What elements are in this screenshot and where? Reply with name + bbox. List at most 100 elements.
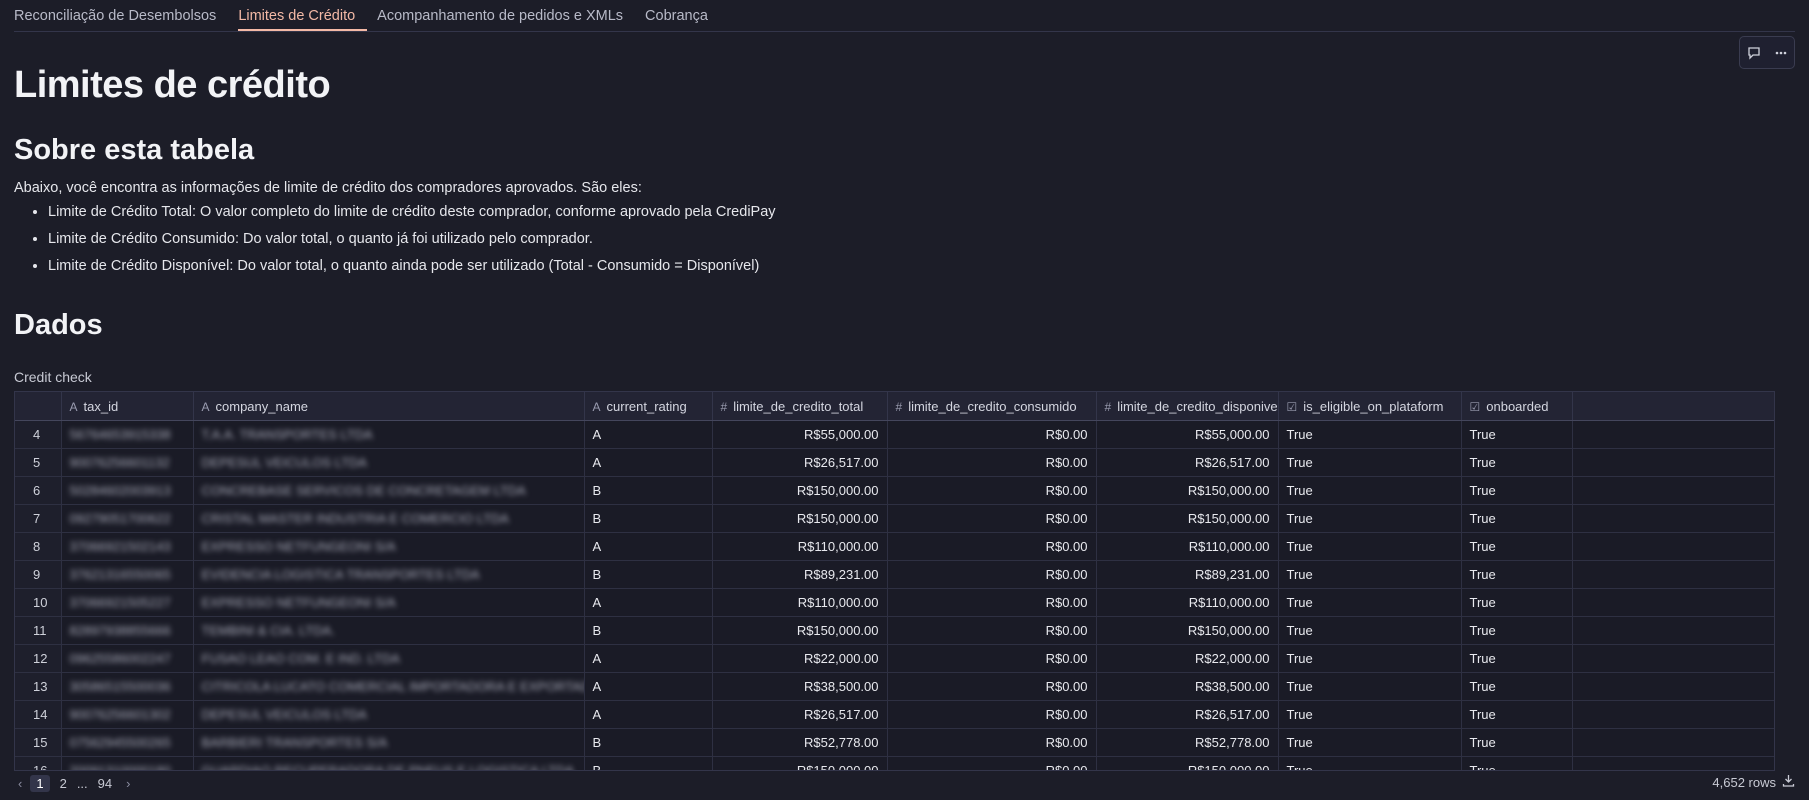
company-name-cell: TEMBINI & CIA. LTDA. [193, 616, 585, 645]
table-row[interactable]: 13 30586515500036 CITRICOLA LUCATO COMERCI… [15, 672, 1774, 701]
onboarded-cell: True [1461, 700, 1573, 729]
table-row[interactable]: 10 37066921505227 EXPRESSO NETFUNGEONI S/A… [15, 588, 1774, 617]
definition-list: Limite de Crédito Total: O valor complet… [14, 198, 776, 279]
company-name-cell: EVIDENCIA LOGISTICA TRANSPORTES LTDA [193, 560, 585, 589]
table-row[interactable]: 5 90076256601132 DEPESUL VEICULOS LTDA A R$2… [15, 448, 1774, 477]
prev-page-icon[interactable]: ‹ [14, 776, 26, 791]
company-name-cell: BARBIERI TRANSPORTES S/A [193, 728, 585, 757]
limit-total-cell: R$52,778.00 [712, 728, 888, 757]
text-type-icon: A [69, 399, 78, 414]
company-name-cell-text: FUSAO LEAO COM. E IND. LTDA [201, 651, 400, 666]
column-header-company-name[interactable]: Acompany_name [193, 392, 585, 421]
table-row[interactable]: 16 20091310000180 GUARDIAO RECUPERADORA DE… [15, 756, 1774, 770]
boolean-type-icon: ☑ [1469, 399, 1481, 414]
row-count: 4,652 rows [1712, 774, 1795, 790]
column-header-tax-id[interactable]: Atax_id [61, 392, 194, 421]
tax-id-cell-text: 37066921502143 [69, 539, 171, 554]
tax-id-cell: 37066921505227 [61, 588, 194, 617]
table-row[interactable]: 6 50284602003913 CONCREBASE SERVICOS DE CO… [15, 476, 1774, 505]
tax-id-cell-text: 50284602003913 [69, 483, 171, 498]
company-name-cell-text: EXPRESSO NETFUNGEONI S/A [201, 539, 396, 554]
limit-available-cell: R$22,000.00 [1096, 644, 1279, 673]
table-row[interactable]: 8 37066921502143 EXPRESSO NETFUNGEONI S/A A… [15, 532, 1774, 561]
company-name-cell-text: T.A.A. TRANSPORTES LTDA [201, 427, 373, 442]
company-name-cell-text: BARBIERI TRANSPORTES S/A [201, 735, 388, 750]
eligible-cell: True [1278, 420, 1462, 449]
tab-cobran-a[interactable]: Cobrança [645, 0, 720, 30]
rating-cell: B [584, 728, 713, 757]
company-name-cell: GUARDIAO RECUPERADORA DE PNEUS E LOGISTI… [193, 756, 585, 770]
limit-total-cell: R$26,517.00 [712, 700, 888, 729]
onboarded-cell: True [1461, 644, 1573, 673]
page-2-button[interactable]: 2 [54, 775, 73, 792]
more-icon[interactable] [1771, 43, 1791, 63]
company-name-cell: EXPRESSO NETFUNGEONI S/A [193, 588, 585, 617]
tax-id-cell-text: 07562945500265 [69, 735, 171, 750]
tab-reconcilia-o-de-desembolsos[interactable]: Reconciliação de Desembolsos [14, 0, 228, 30]
limit-available-cell: R$26,517.00 [1096, 448, 1279, 477]
limit-total-cell: R$150,000.00 [712, 616, 888, 645]
rating-cell: A [584, 672, 713, 701]
limit-consumed-cell: R$0.00 [887, 420, 1097, 449]
pagination: ‹ 1 2 ... 94 › [14, 772, 134, 794]
onboarded-cell: True [1461, 532, 1573, 561]
company-name-cell: CONCREBASE SERVICOS DE CONCRETAGEM LTDA [193, 476, 585, 505]
pagination-ellipsis: ... [76, 775, 88, 791]
tab-acompanhamento-de-pedidos-e-xmls[interactable]: Acompanhamento de pedidos e XMLs [377, 0, 635, 30]
column-header-label: limite_de_credito_disponivel [1117, 398, 1278, 414]
onboarded-cell: True [1461, 616, 1573, 645]
company-name-cell-text: DEPESUL VEICULOS LTDA [201, 455, 367, 470]
empty-cell [1572, 448, 1774, 477]
rating-cell: B [584, 560, 713, 589]
text-type-icon: A [592, 399, 601, 414]
empty-cell [1572, 700, 1774, 729]
company-name-cell-text: EVIDENCIA LOGISTICA TRANSPORTES LTDA [201, 567, 480, 582]
download-icon[interactable] [1782, 774, 1795, 790]
column-header-onboarded[interactable]: ☑ onboarded [1461, 392, 1573, 421]
table-row[interactable]: 11 82897938855666 TEMBINI & CIA. LTDA. B R$1… [15, 616, 1774, 645]
company-name-cell: FUSAO LEAO COM. E IND. LTDA [193, 644, 585, 673]
tab-limites-de-cr-dito[interactable]: Limites de Crédito [238, 0, 368, 31]
empty-cell [1572, 588, 1774, 617]
tax-id-cell-text: 90076256601302 [69, 707, 171, 722]
company-name-cell: T.A.A. TRANSPORTES LTDA [193, 420, 585, 449]
eligible-cell: True [1278, 616, 1462, 645]
page-1-button[interactable]: 1 [30, 774, 50, 792]
tax-id-cell-text: 09279051700622 [69, 511, 171, 526]
column-header-is-eligible-on-plataform[interactable]: ☑ is_eligible_on_plataform [1278, 392, 1462, 421]
number-type-icon: # [720, 399, 728, 414]
table-row[interactable]: 9 37621316550065 EVIDENCIA LOGISTICA TRANS… [15, 560, 1774, 589]
limit-consumed-cell: R$0.00 [887, 560, 1097, 589]
column-header-limite-de-credito-consumido[interactable]: # limite_de_credito_consumido [887, 392, 1097, 421]
table-row[interactable]: 14 90076256601302 DEPESUL VEICULOS LTDA A R$… [15, 700, 1774, 729]
column-header-limite-de-credito-disponivel[interactable]: # limite_de_credito_disponivel [1096, 392, 1279, 421]
column-header-limite-de-credito-total[interactable]: # limite_de_credito_total [712, 392, 888, 421]
data-table-container[interactable]: Atax_id Acompany_name Acurrent_rating # limi… [14, 391, 1775, 771]
tax-id-cell: 30586515500036 [61, 672, 194, 701]
number-type-icon: # [895, 399, 903, 414]
limit-consumed-cell: R$0.00 [887, 728, 1097, 757]
limit-available-cell: R$110,000.00 [1096, 588, 1279, 617]
table-row[interactable]: 7 09279051700622 CRISTAL MASTER INDUSTRIA … [15, 504, 1774, 533]
eligible-cell: True [1278, 672, 1462, 701]
company-name-cell: CITRICOLA LUCATO COMERCIAL IMPORTADORA E… [193, 672, 585, 701]
row-index: 5 [15, 448, 62, 477]
row-index: 6 [15, 476, 62, 505]
next-page-icon[interactable]: › [122, 776, 134, 791]
table-row[interactable]: 15 07562945500265 BARBIERI TRANSPORTES S/A… [15, 728, 1774, 757]
eligible-cell: True [1278, 588, 1462, 617]
column-header-current-rating[interactable]: Acurrent_rating [584, 392, 713, 421]
table-row[interactable]: 12 09625586002247 FUSAO LEAO COM. E IND. L… [15, 644, 1774, 673]
limit-total-cell: R$26,517.00 [712, 448, 888, 477]
row-index: 10 [15, 588, 62, 617]
tax-id-cell: 90076256601302 [61, 700, 194, 729]
rating-cell: A [584, 644, 713, 673]
page-last-button[interactable]: 94 [92, 775, 118, 792]
empty-header [1572, 392, 1774, 421]
onboarded-cell: True [1461, 756, 1573, 770]
onboarded-cell: True [1461, 504, 1573, 533]
limit-total-cell: R$150,000.00 [712, 756, 888, 770]
tax-id-cell-text: 37066921505227 [69, 595, 171, 610]
table-row[interactable]: 4 56764653915338 T.A.A. TRANSPORTES LTDA A R… [15, 420, 1774, 449]
comment-icon[interactable] [1744, 43, 1764, 63]
